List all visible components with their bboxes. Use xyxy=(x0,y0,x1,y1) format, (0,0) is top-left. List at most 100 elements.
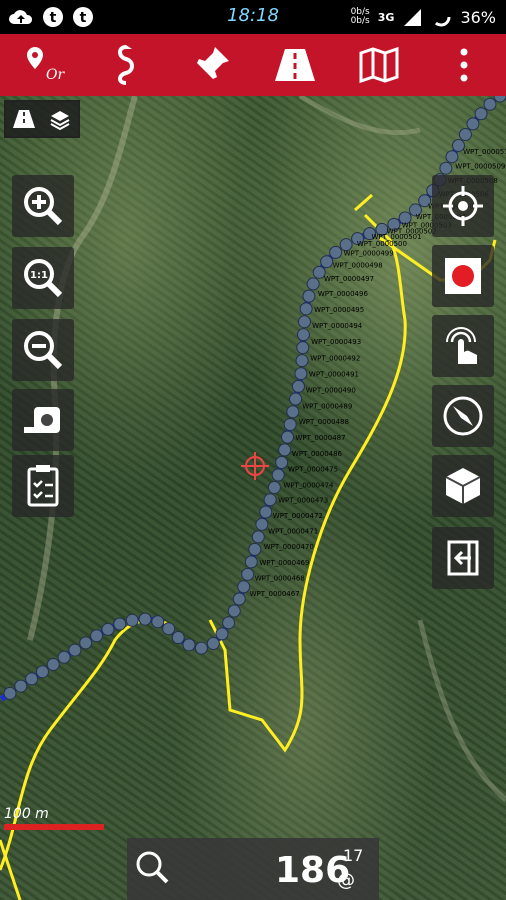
waypoint-label[interactable]: WPT_0000486 xyxy=(292,450,343,458)
waypoint-label[interactable]: WPT_0000472 xyxy=(273,512,323,520)
measure-button[interactable] xyxy=(12,389,74,451)
waypoint-label[interactable]: WPT_0000489 xyxy=(302,402,352,410)
map-layer-switch[interactable] xyxy=(4,100,80,138)
forest-road xyxy=(298,96,421,136)
route-dot xyxy=(458,127,472,141)
route-dot xyxy=(320,255,334,269)
record-track-button[interactable] xyxy=(432,245,494,307)
clipboard-check-icon xyxy=(27,465,59,507)
app-logo-button[interactable]: Or xyxy=(14,37,70,93)
route-dot xyxy=(151,615,165,629)
route-dot xyxy=(3,686,17,700)
route-dot xyxy=(283,417,297,431)
waypoint-label[interactable]: WPT_0000495 xyxy=(314,306,364,314)
yellow-track xyxy=(0,839,22,900)
route-dot xyxy=(280,430,294,444)
route-dot xyxy=(113,617,127,631)
route-dot xyxy=(296,341,310,355)
waypoint-button[interactable] xyxy=(183,37,239,93)
waypoint-label[interactable]: WPT_0000490 xyxy=(306,386,356,394)
route-dot xyxy=(474,107,488,121)
track-button[interactable] xyxy=(267,37,323,93)
waypoint-label[interactable]: WPT_0000494 xyxy=(312,322,363,330)
route-dot xyxy=(222,616,236,630)
map-view[interactable]: WPT_0000510WPT_0000509WPT_0000508WPT_000… xyxy=(0,96,506,900)
waypoint-label[interactable]: WPT_0000470 xyxy=(264,543,314,551)
waypoint-label[interactable]: WPT_0000497 xyxy=(324,275,374,283)
bottom-info-bar[interactable]: 186 17 @ xyxy=(127,838,379,900)
zoom-in-icon xyxy=(24,187,63,226)
waypoint-label[interactable]: WPT_0000510 xyxy=(463,148,506,156)
route-dot xyxy=(493,96,506,103)
waypoint-label[interactable]: WPT_0000496 xyxy=(318,290,369,298)
svg-text:Or: Or xyxy=(46,67,65,83)
battery-percent: 36% xyxy=(460,7,496,27)
exit-door-icon xyxy=(447,540,479,576)
waypoint-label[interactable]: WPT_0000491 xyxy=(309,371,359,379)
road-icon xyxy=(13,110,35,128)
waypoint-label[interactable]: WPT_0000487 xyxy=(295,434,345,442)
route-dot xyxy=(439,161,453,175)
signal-icon xyxy=(404,9,422,26)
overflow-menu-button[interactable] xyxy=(436,37,492,93)
route-dot xyxy=(291,379,305,393)
route-dot xyxy=(241,567,255,581)
layers-icon xyxy=(50,111,70,130)
scale-bar xyxy=(4,824,104,830)
route-waypoints xyxy=(3,96,506,700)
route-dot xyxy=(206,637,220,651)
zoom-out-button[interactable] xyxy=(12,319,74,381)
waypoint-label[interactable]: WPT_0000498 xyxy=(333,261,383,269)
waypoint-label[interactable]: WPT_0000488 xyxy=(299,418,349,426)
exit-button[interactable] xyxy=(432,527,494,589)
zoom-reset-button[interactable]: 1:1 xyxy=(12,247,74,309)
waypoint-label[interactable]: WPT_0000492 xyxy=(310,354,360,362)
route-dot xyxy=(271,468,285,482)
waypoint-label[interactable]: WPT_0000475 xyxy=(288,466,338,474)
route-dot xyxy=(57,650,71,664)
waypoint-label[interactable]: WPT_0000473 xyxy=(278,497,328,505)
3d-view-button[interactable] xyxy=(432,455,494,517)
route-dot xyxy=(14,679,28,693)
waypoint-label[interactable]: WPT_0000509 xyxy=(455,162,505,170)
route-dot xyxy=(289,392,303,406)
route-dot xyxy=(25,672,39,686)
route-dot xyxy=(194,641,208,655)
locate-button[interactable] xyxy=(432,175,494,237)
waypoint-label[interactable]: WPT_0000493 xyxy=(311,338,361,346)
waypoint-label[interactable]: WPT_0000469 xyxy=(259,559,309,567)
zoom-1to1-icon: 1:1 xyxy=(24,259,63,298)
route-dot xyxy=(275,455,289,469)
waypoint-label[interactable]: WPT_0000499 xyxy=(344,249,394,257)
route-dot xyxy=(297,315,311,329)
overflow-menu-icon xyxy=(460,48,468,82)
checklist-button[interactable] xyxy=(12,455,74,517)
route-dot xyxy=(35,665,49,679)
waypoint-label[interactable]: WPT_0000500 xyxy=(357,240,407,248)
at-symbol: @ xyxy=(337,870,355,891)
route-dot xyxy=(79,636,93,650)
layers-button[interactable] xyxy=(42,102,78,136)
search-icon[interactable] xyxy=(133,848,173,888)
route-dot xyxy=(255,517,269,531)
waypoint-label[interactable]: WPT_0000467 xyxy=(250,590,300,598)
road-layer-button[interactable] xyxy=(6,102,42,136)
touch-hand-icon xyxy=(446,327,477,364)
svg-text:1:1: 1:1 xyxy=(30,270,48,281)
route-dot xyxy=(267,480,281,494)
route-dot xyxy=(244,555,258,569)
compass-button[interactable] xyxy=(432,385,494,447)
status-bar: t t 18:18 0b/s 0b/s 3G 36% xyxy=(0,0,506,34)
touch-mode-button[interactable] xyxy=(432,315,494,377)
route-dot xyxy=(125,613,139,627)
zoom-in-button[interactable] xyxy=(12,175,74,237)
waypoint-label[interactable]: WPT_0000468 xyxy=(255,574,305,582)
maps-button[interactable] xyxy=(351,37,407,93)
tape-measure-icon xyxy=(24,407,60,433)
waypoint-label[interactable]: WPT_0000471 xyxy=(268,528,318,536)
route-dot xyxy=(306,277,320,291)
route-icon xyxy=(118,45,135,85)
map-overlay: WPT_0000510WPT_0000509WPT_0000508WPT_000… xyxy=(0,96,506,900)
waypoint-label[interactable]: WPT_0000474 xyxy=(283,481,334,489)
route-button[interactable] xyxy=(98,37,154,93)
